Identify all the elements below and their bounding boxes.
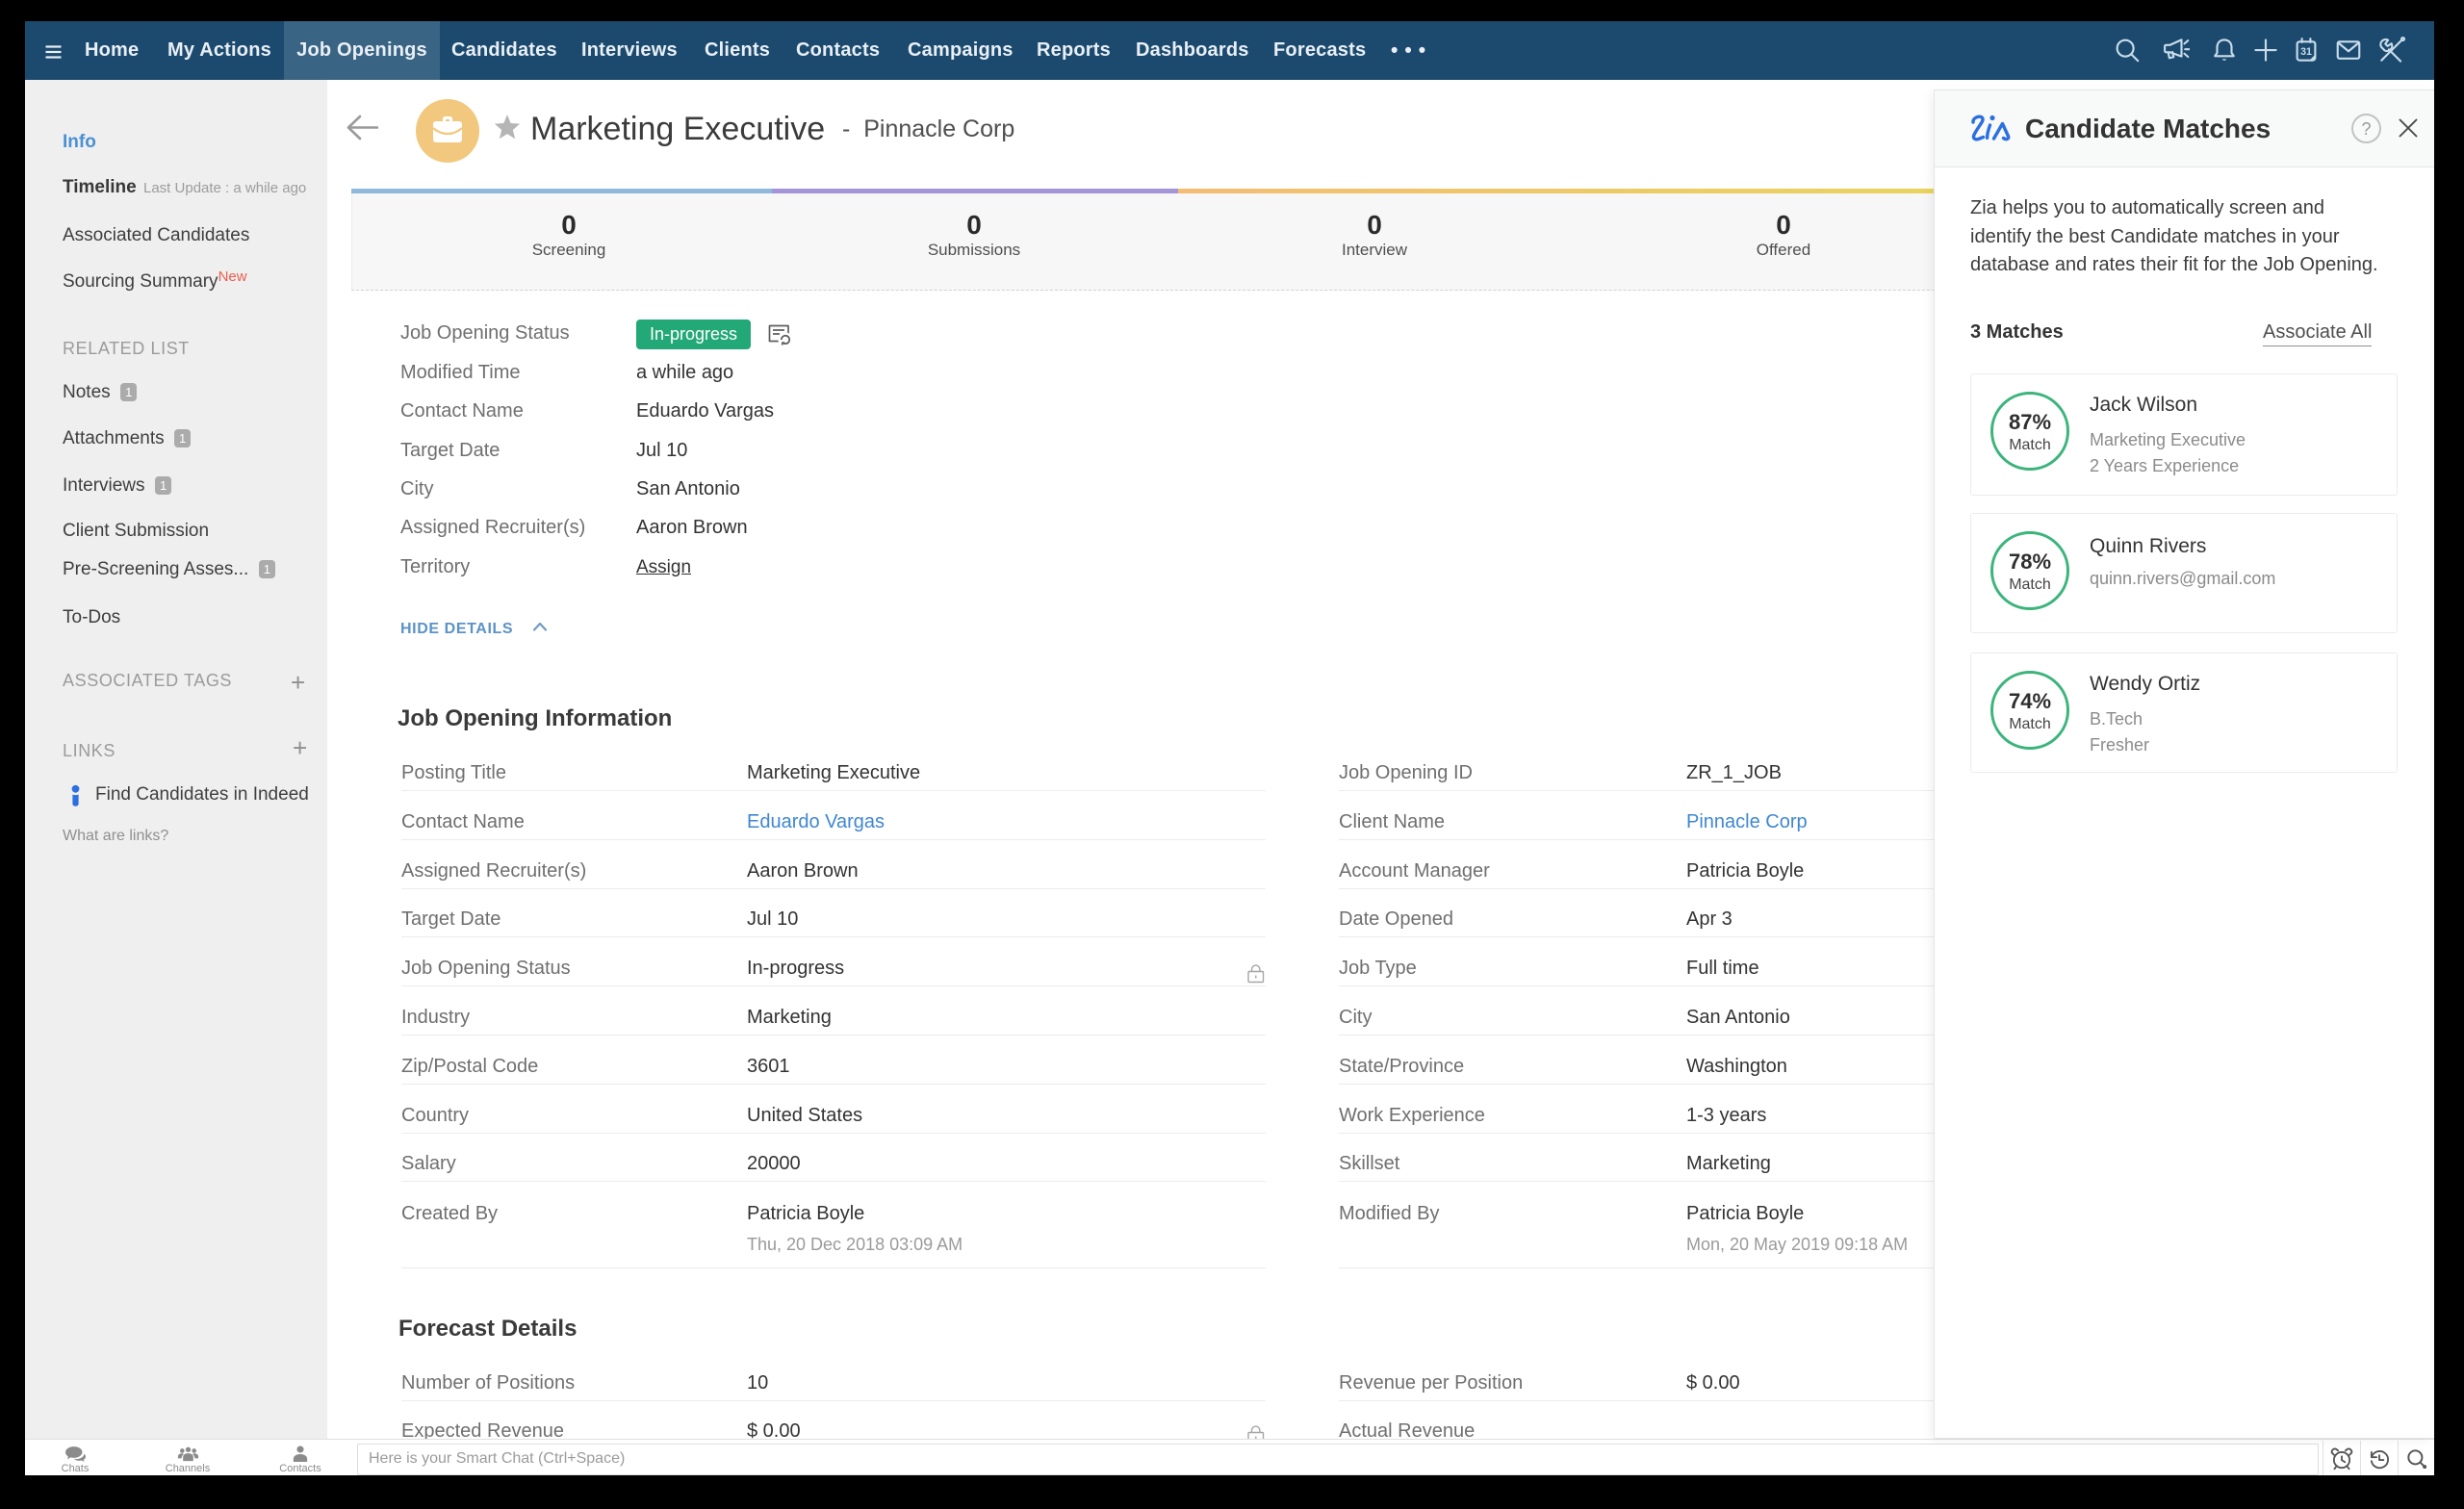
svg-text:31: 31 xyxy=(2300,46,2312,58)
